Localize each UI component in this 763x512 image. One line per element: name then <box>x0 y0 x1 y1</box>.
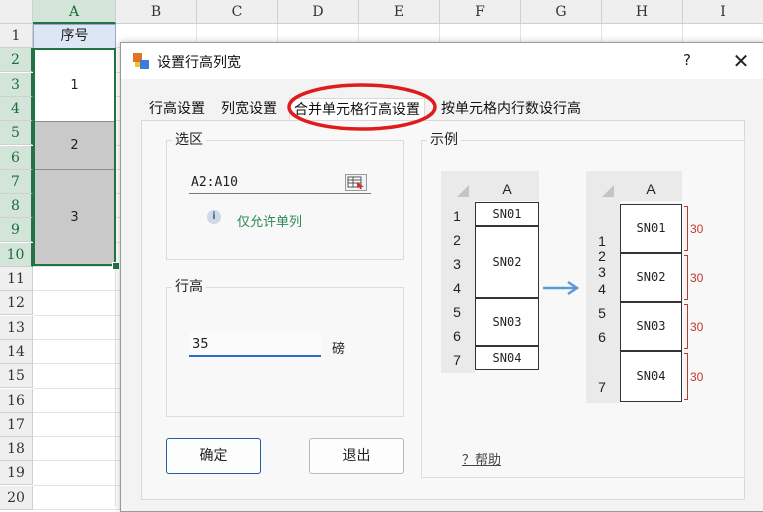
select-all-corner[interactable] <box>0 0 33 24</box>
cell-a1-header[interactable]: 序号 <box>33 24 116 49</box>
tab-row-height[interactable]: 行高设置 <box>145 98 209 120</box>
example-row-num: 1 <box>598 233 606 249</box>
example-cell: SN03 <box>620 302 682 351</box>
range-picker-button[interactable] <box>345 174 367 191</box>
help-link[interactable]: ？帮助 <box>462 449 501 468</box>
row-header-14[interactable]: 14 <box>0 339 33 364</box>
example-group-title: 示例 <box>427 129 461 149</box>
row-header-15[interactable]: 15 <box>0 364 33 389</box>
height-brace <box>684 206 688 251</box>
example-row-num: 2 <box>453 232 461 248</box>
example-row-num: 7 <box>453 352 461 368</box>
dialog-titlebar[interactable]: 设置行高列宽 ? ✕ <box>121 43 763 79</box>
column-header-e[interactable]: E <box>359 0 440 24</box>
fill-handle[interactable] <box>112 262 120 270</box>
row-header-12[interactable]: 12 <box>0 291 33 316</box>
selection-group-title: 选区 <box>172 129 206 149</box>
brace-label: 30 <box>690 320 704 334</box>
arrow-right-icon <box>543 280 580 296</box>
row-header-3[interactable]: 3 <box>0 72 33 97</box>
example-row-num: 1 <box>453 208 461 224</box>
ok-button[interactable]: 确定 <box>166 438 261 474</box>
info-text: 仅允许单列 <box>237 215 303 230</box>
row-header-20[interactable]: 20 <box>0 485 33 510</box>
row-header-10[interactable]: 10 <box>0 242 33 267</box>
row-header-9[interactable]: 9 <box>0 218 33 243</box>
example-row-num: 3 <box>598 264 606 280</box>
example-row-num: 7 <box>598 379 606 395</box>
row-header-19[interactable]: 19 <box>0 461 33 486</box>
selection-group <box>166 140 404 260</box>
example-row-num: 4 <box>598 281 606 297</box>
merged-cell-a5-a6[interactable]: 2 <box>33 122 116 170</box>
row-header-13[interactable]: 13 <box>0 315 33 340</box>
corner-triangle-icon <box>457 185 469 197</box>
merged-cell-value: 3 <box>70 210 79 225</box>
merged-cell-a7-a10[interactable]: 3 <box>33 170 116 266</box>
height-unit: 磅 <box>332 342 346 357</box>
annotation-ellipse <box>287 83 437 131</box>
brace-label: 30 <box>690 271 704 285</box>
corner-triangle-icon <box>602 185 614 197</box>
row-header-5[interactable]: 5 <box>0 121 33 146</box>
row-header-17[interactable]: 17 <box>0 412 33 437</box>
column-header-c[interactable]: C <box>197 0 278 24</box>
range-input[interactable]: A2:A10 <box>189 171 371 194</box>
row-header-16[interactable]: 16 <box>0 388 33 413</box>
height-brace <box>684 353 688 400</box>
brace-label: 30 <box>690 222 704 236</box>
tab-column-width[interactable]: 列宽设置 <box>217 98 281 120</box>
example-cell: SN04 <box>475 346 539 370</box>
column-header-a[interactable]: A <box>33 0 116 24</box>
app-icon <box>133 53 149 69</box>
row-header-6[interactable]: 6 <box>0 145 33 170</box>
example-row-num: 6 <box>453 328 461 344</box>
merged-cell-a2-a4[interactable]: 1 <box>33 49 116 122</box>
info-icon: i <box>207 210 221 224</box>
row-header-8[interactable]: 8 <box>0 194 33 219</box>
example-cell: SN03 <box>475 298 539 346</box>
example-col-label: A <box>646 181 656 197</box>
example-before: A 1 2 3 4 5 6 7 SN01 SN02 SN03 SN04 <box>441 171 539 373</box>
example-cell: SN02 <box>620 253 682 302</box>
column-header-b[interactable]: B <box>116 0 197 24</box>
brace-label: 30 <box>690 370 704 384</box>
column-header-g[interactable]: G <box>521 0 602 24</box>
merged-cell-value: 1 <box>70 77 79 93</box>
close-button[interactable]: ✕ <box>729 49 753 73</box>
example-after: A 1 2 3 4 5 6 7 SN01 SN02 SN03 SN04 30 3… <box>586 171 703 403</box>
column-header-h[interactable]: H <box>602 0 683 24</box>
example-row-num: 5 <box>598 305 606 321</box>
help-button[interactable]: ? <box>677 50 697 70</box>
example-row-num: 4 <box>453 280 461 296</box>
column-header-d[interactable]: D <box>278 0 359 24</box>
row-header-2[interactable]: 2 <box>0 48 33 73</box>
tab-height-by-line-count[interactable]: 按单元格内行数设行高 <box>437 98 585 120</box>
height-group-title: 行高 <box>172 276 206 296</box>
row-header-4[interactable]: 4 <box>0 96 33 121</box>
example-col-label: A <box>502 181 512 197</box>
exit-button[interactable]: 退出 <box>309 438 404 474</box>
row-header-1[interactable]: 1 <box>0 24 33 48</box>
example-row-num: 5 <box>453 304 461 320</box>
row-height-dialog: 设置行高列宽 ? ✕ 行高设置 列宽设置 合并单元格行高设置 按单元格内行数设行… <box>120 42 763 512</box>
row-height-input[interactable]: 35 <box>189 332 321 357</box>
height-brace <box>684 255 688 300</box>
merged-cell-value: 2 <box>70 138 79 153</box>
example-cell: SN02 <box>475 226 539 298</box>
height-brace <box>684 304 688 349</box>
example-row-num: 3 <box>453 256 461 272</box>
example-cell: SN01 <box>620 204 682 253</box>
range-select-icon <box>347 176 364 189</box>
row-header-18[interactable]: 18 <box>0 437 33 462</box>
column-header-i[interactable]: I <box>683 0 763 24</box>
example-row-num: 6 <box>598 329 606 345</box>
example-cell: SN04 <box>620 351 682 402</box>
row-header-11[interactable]: 11 <box>0 267 33 291</box>
column-header-f[interactable]: F <box>440 0 521 24</box>
dialog-title: 设置行高列宽 <box>157 55 241 71</box>
example-cell: SN01 <box>475 202 539 226</box>
example-row-num: 2 <box>598 248 606 264</box>
row-header-7[interactable]: 7 <box>0 169 33 194</box>
